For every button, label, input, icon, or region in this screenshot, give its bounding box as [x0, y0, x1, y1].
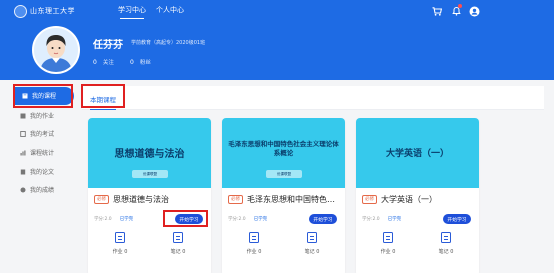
course-meta: 学分:2.0 已学完	[228, 216, 267, 222]
follow-label: 关注	[102, 60, 114, 66]
follow-count: 0	[93, 58, 97, 66]
follow-stat[interactable]: 0 关注	[93, 58, 114, 67]
homework-count: 作业 0	[380, 249, 396, 255]
course-card[interactable]: 思想道德与法治 优课联盟 必修 思想道德与法治 学分:2.0 已学完 开始学习 …	[88, 118, 211, 273]
sidebar-item-my-exams[interactable]: 我的考试	[20, 129, 54, 138]
user-class-info: 学前教育（高起专）2020级01班	[131, 40, 206, 46]
user-name: 任芬芬	[93, 40, 123, 51]
study-status: 已学完	[253, 217, 268, 222]
provider-badge: 优课联盟	[132, 170, 168, 178]
homework-count: 作业 0	[112, 249, 128, 255]
notes-count: 笔记 0	[170, 249, 186, 255]
credits: 学分:2.0	[228, 217, 246, 222]
course-name[interactable]: 毛泽东思想和中国特色社会主义理论体系概论	[247, 194, 339, 205]
learning-center-page: 山东理工大学 学习中心 个人中心 任芬芬 学前教育（高起专）2020级01班 0…	[0, 0, 554, 273]
required-tag: 必修	[228, 195, 243, 204]
course-heading: 必修 大学英语（一）	[362, 194, 473, 205]
cover-title: 毛泽东思想和中国特色社会主义理论体系概论	[228, 140, 339, 157]
course-cover[interactable]: 大学英语（一）	[356, 118, 479, 188]
course-actions: 作业 0 笔记 0	[88, 232, 211, 264]
notes-action[interactable]: 笔记 0	[297, 232, 327, 255]
exam-icon	[20, 130, 26, 137]
sidebar-item-label: 我的作业	[30, 113, 55, 120]
university-emblem-icon	[14, 4, 27, 18]
start-learning-button[interactable]: 开始学习	[443, 214, 471, 224]
homework-action[interactable]: 作业 0	[373, 232, 403, 255]
course-heading: 必修 毛泽东思想和中国特色社会主义理论体系概论	[228, 194, 339, 205]
tab-learning-center[interactable]: 学习中心	[118, 5, 146, 19]
note-doc-icon	[307, 232, 317, 243]
profile-banner: 任芬芬 学前教育（高起专）2020级01班 0 关注 0 粉丝	[0, 22, 554, 80]
credits: 学分:2.0	[94, 217, 112, 222]
top-nav-bar: 山东理工大学 学习中心 个人中心	[0, 0, 554, 22]
note-doc-icon	[173, 232, 183, 243]
notes-count: 笔记 0	[438, 249, 454, 255]
cart-icon[interactable]	[430, 4, 444, 18]
course-heading: 必修 思想道德与法治	[94, 194, 205, 205]
course-cover[interactable]: 思想道德与法治 优课联盟	[88, 118, 211, 188]
sidebar-item-my-homework[interactable]: 我的作业	[20, 111, 54, 120]
homework-doc-icon	[115, 232, 125, 243]
course-name[interactable]: 思想道德与法治	[113, 194, 169, 205]
bell-icon[interactable]	[449, 4, 463, 18]
logo-text: 山东理工大学	[30, 7, 75, 15]
course-cover[interactable]: 毛泽东思想和中国特色社会主义理论体系概论 优课联盟	[222, 118, 345, 188]
homework-doc-icon	[383, 232, 393, 243]
tab-personal-center[interactable]: 个人中心	[156, 5, 184, 15]
course-tab-bar	[82, 86, 544, 110]
course-actions: 作业 0 笔记 0	[356, 232, 479, 264]
study-status: 已学完	[119, 217, 134, 222]
fans-label: 粉丝	[139, 60, 151, 66]
sidebar-item-course-stats[interactable]: 课程统计	[20, 148, 54, 157]
sidebar-item-label: 我的论文	[30, 169, 55, 176]
cover-title: 思想道德与法治	[114, 149, 185, 160]
avatar[interactable]	[32, 26, 80, 74]
fans-stat[interactable]: 0 粉丝	[130, 58, 151, 67]
homework-doc-icon	[249, 232, 259, 243]
highlight-my-courses	[13, 84, 73, 108]
sidebar-item-my-papers[interactable]: 我的论文	[20, 167, 54, 176]
cover-title: 大学英语（一）	[385, 149, 449, 159]
course-name[interactable]: 大学英语（一）	[381, 194, 437, 205]
university-logo[interactable]: 山东理工大学	[14, 4, 78, 18]
highlight-current-term-tab	[81, 84, 125, 108]
study-status: 已学完	[387, 217, 402, 222]
provider-badge-text: 优课联盟	[277, 171, 291, 176]
provider-badge-text: 优课联盟	[143, 171, 157, 176]
sidebar-item-label: 我的考试	[30, 131, 55, 138]
course-actions: 作业 0 笔记 0	[222, 232, 345, 264]
sidebar-item-my-grades[interactable]: 我的成绩	[20, 185, 54, 194]
sidebar-item-label: 课程统计	[30, 150, 55, 157]
sidebar-item-label: 我的成绩	[30, 187, 55, 194]
course-meta: 学分:2.0 已学完	[362, 216, 401, 222]
paper-icon	[20, 169, 26, 174]
grade-icon	[20, 187, 26, 192]
homework-action[interactable]: 作业 0	[239, 232, 269, 255]
required-tag: 必修	[362, 195, 377, 204]
highlight-start-button	[163, 210, 208, 227]
start-learning-button[interactable]: 开始学习	[309, 214, 337, 224]
notes-count: 笔记 0	[304, 249, 320, 255]
notes-action[interactable]: 笔记 0	[431, 232, 461, 255]
note-doc-icon	[441, 232, 451, 243]
required-tag: 必修	[94, 195, 109, 204]
notes-action[interactable]: 笔记 0	[163, 232, 193, 255]
notification-dot	[458, 4, 462, 8]
provider-badge: 优课联盟	[266, 170, 302, 178]
homework-count: 作业 0	[246, 249, 262, 255]
homework-icon	[20, 113, 26, 118]
course-card[interactable]: 大学英语（一） 必修 大学英语（一） 学分:2.0 已学完 开始学习 作业 0 …	[356, 118, 479, 273]
course-card[interactable]: 毛泽东思想和中国特色社会主义理论体系概论 优课联盟 必修 毛泽东思想和中国特色社…	[222, 118, 345, 273]
stats-icon	[20, 150, 26, 155]
user-circle-icon[interactable]	[467, 4, 481, 18]
homework-action[interactable]: 作业 0	[105, 232, 135, 255]
credits: 学分:2.0	[362, 217, 380, 222]
course-meta: 学分:2.0 已学完	[94, 216, 133, 222]
fans-count: 0	[130, 58, 134, 66]
